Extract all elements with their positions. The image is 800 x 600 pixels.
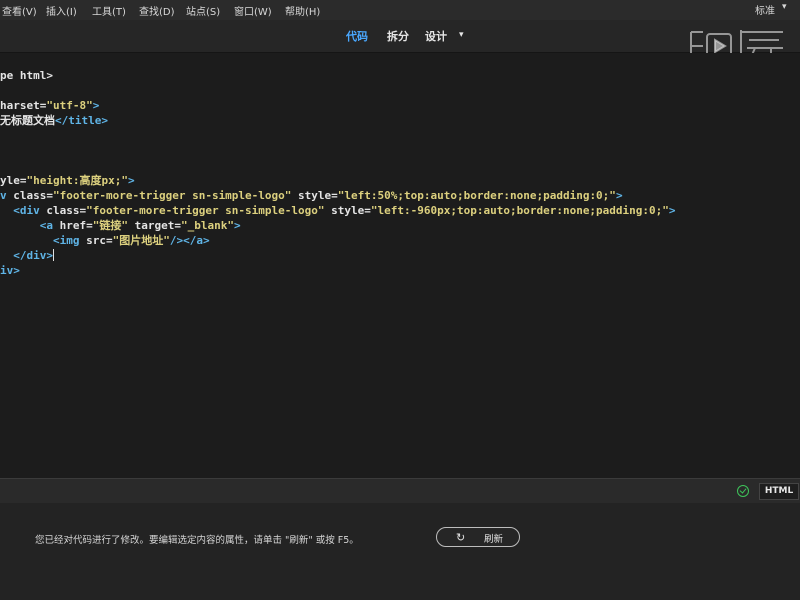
code-token: yle= bbox=[0, 174, 27, 187]
refresh-icon: ↻ bbox=[456, 531, 466, 544]
menu-window[interactable]: 窗口(W) bbox=[234, 3, 272, 18]
code-token: href= bbox=[59, 219, 93, 232]
code-line[interactable]: <div class="footer-more-trigger sn-simpl… bbox=[0, 204, 676, 218]
code-line[interactable]: pe html> bbox=[0, 69, 53, 83]
menu-find[interactable]: 查找(D) bbox=[139, 3, 175, 18]
document-type-selector[interactable]: HTML bbox=[759, 483, 799, 500]
chevron-down-icon[interactable]: ▾ bbox=[459, 30, 464, 40]
code-token: > bbox=[668, 204, 676, 217]
code-token: class= bbox=[46, 204, 87, 217]
menu-view[interactable]: 查看(V) bbox=[2, 3, 37, 18]
code-token: "链接" bbox=[92, 219, 128, 232]
code-token: <img bbox=[0, 234, 87, 247]
code-token: "height:高度px;" bbox=[26, 174, 128, 187]
view-switcher-bar: 代码 拆分 设计 ▾ bbox=[0, 20, 800, 53]
code-token: "utf-8" bbox=[46, 99, 93, 112]
chevron-down-icon[interactable]: ▾ bbox=[782, 2, 787, 12]
status-bar: HTML bbox=[0, 478, 800, 504]
code-token: "_blank" bbox=[180, 219, 234, 232]
code-token: </title> bbox=[55, 114, 108, 127]
code-token: iv> bbox=[0, 264, 20, 277]
code-editor[interactable]: pe html> harset="utf-8"> 无标题文档</title> yle=… bbox=[0, 53, 800, 478]
code-token: 无标题文档 bbox=[0, 114, 55, 127]
code-line[interactable]: harset="utf-8"> bbox=[0, 99, 99, 113]
code-token: > bbox=[233, 219, 241, 232]
code-token: v bbox=[0, 189, 14, 202]
code-line[interactable]: <a href="链接" target="_blank"> bbox=[0, 219, 241, 233]
code-line[interactable]: iv> bbox=[0, 264, 20, 278]
menu-site[interactable]: 站点(S) bbox=[186, 3, 220, 18]
code-token: > bbox=[127, 174, 135, 187]
code-token: target= bbox=[127, 219, 181, 232]
tab-design[interactable]: 设计 bbox=[425, 28, 447, 44]
code-token: style= bbox=[291, 189, 338, 202]
code-line[interactable]: v class="footer-more-trigger sn-simple-l… bbox=[0, 189, 623, 203]
code-token: style= bbox=[324, 204, 371, 217]
code-token: harset= bbox=[0, 99, 47, 112]
code-token: > bbox=[615, 189, 623, 202]
code-token: > bbox=[92, 99, 100, 112]
properties-panel: 您已经对代码进行了修改。要编辑选定内容的属性，请单击 "刷新" 或按 F5。 ↻… bbox=[0, 503, 800, 600]
code-token: </div> bbox=[0, 249, 53, 262]
code-token: "left:-960px;top:auto;border:none;paddin… bbox=[370, 204, 669, 217]
menu-help[interactable]: 帮助(H) bbox=[285, 3, 320, 18]
tab-code[interactable]: 代码 bbox=[346, 28, 368, 44]
code-line[interactable]: yle="height:高度px;"> bbox=[0, 174, 135, 188]
code-token: class= bbox=[13, 189, 53, 202]
tab-split[interactable]: 拆分 bbox=[387, 28, 409, 44]
code-token: "left:50%;top:auto;border:none;padding:0… bbox=[337, 189, 616, 202]
refresh-button[interactable]: ↻ 刷新 bbox=[436, 527, 520, 547]
code-token: pe html> bbox=[0, 69, 53, 82]
menu-tools[interactable]: 工具(T) bbox=[92, 3, 126, 18]
code-token: "footer-more-trigger sn-simple-logo" bbox=[86, 204, 325, 217]
code-token: <a bbox=[0, 219, 60, 232]
text-cursor bbox=[52, 249, 54, 261]
menu-bar: 查看(V) 插入(I) 工具(T) 查找(D) 站点(S) 窗口(W) 帮助(H… bbox=[0, 0, 800, 21]
code-token: "footer-more-trigger sn-simple-logo" bbox=[53, 189, 292, 202]
code-line[interactable]: </div> bbox=[0, 249, 54, 263]
menu-insert[interactable]: 插入(I) bbox=[46, 3, 77, 18]
code-token: /></a> bbox=[169, 234, 210, 247]
code-token: "图片地址" bbox=[112, 234, 170, 247]
refresh-label: 刷新 bbox=[484, 534, 504, 545]
code-line[interactable]: <img src="图片地址"/></a> bbox=[0, 234, 210, 248]
code-line[interactable]: 无标题文档</title> bbox=[0, 114, 108, 128]
check-circle-icon bbox=[737, 485, 749, 497]
properties-notice: 您已经对代码进行了修改。要编辑选定内容的属性，请单击 "刷新" 或按 F5。 bbox=[35, 535, 359, 546]
workspace-switcher[interactable]: 标准 bbox=[755, 2, 775, 17]
code-token: src= bbox=[86, 234, 113, 247]
code-token: <div bbox=[0, 204, 47, 217]
